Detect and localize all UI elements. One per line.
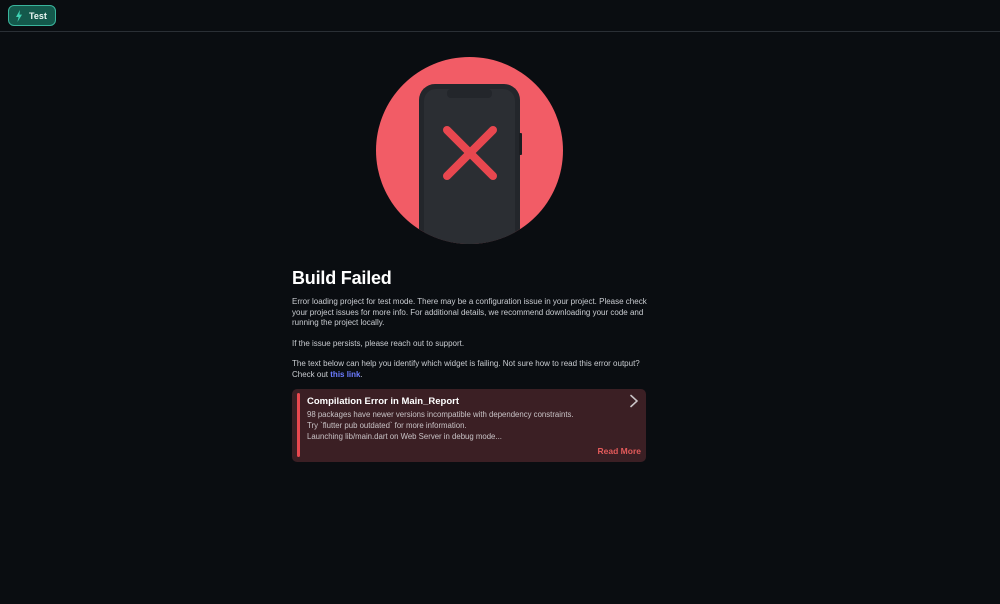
build-failed-illustration bbox=[376, 57, 563, 244]
test-mode-label: Test bbox=[29, 10, 47, 21]
error-output: 98 packages have newer versions incompat… bbox=[307, 410, 617, 442]
error-line: 98 packages have newer versions incompat… bbox=[307, 410, 574, 419]
phone-error-x-icon bbox=[376, 57, 563, 244]
top-toolbar: Test bbox=[0, 0, 1000, 32]
error-card-title: Compilation Error in Main_Report bbox=[307, 396, 460, 407]
support-text: If the issue persists, please reach out … bbox=[292, 338, 465, 348]
error-indicator-bar bbox=[297, 393, 300, 457]
lightning-bolt-icon bbox=[15, 9, 23, 22]
help-link-suffix: . bbox=[360, 369, 363, 379]
error-line: Try `flutter pub outdated` for more info… bbox=[307, 420, 467, 430]
error-description: Error loading project for test mode. The… bbox=[292, 297, 647, 328]
help-link[interactable]: this link bbox=[330, 370, 360, 379]
chevron-right-icon[interactable] bbox=[629, 394, 639, 408]
test-mode-button[interactable]: Test bbox=[8, 5, 56, 26]
page-title: Build Failed bbox=[292, 268, 392, 288]
error-line: Launching lib/main.dart on Web Server in… bbox=[307, 431, 502, 441]
build-failed-content: Build Failed Error loading project for t… bbox=[292, 268, 648, 391]
help-text: The text below can help you identify whi… bbox=[292, 359, 648, 380]
compilation-error-card[interactable]: Compilation Error in Main_Report 98 pack… bbox=[292, 389, 646, 462]
read-more-button[interactable]: Read More bbox=[598, 446, 641, 456]
